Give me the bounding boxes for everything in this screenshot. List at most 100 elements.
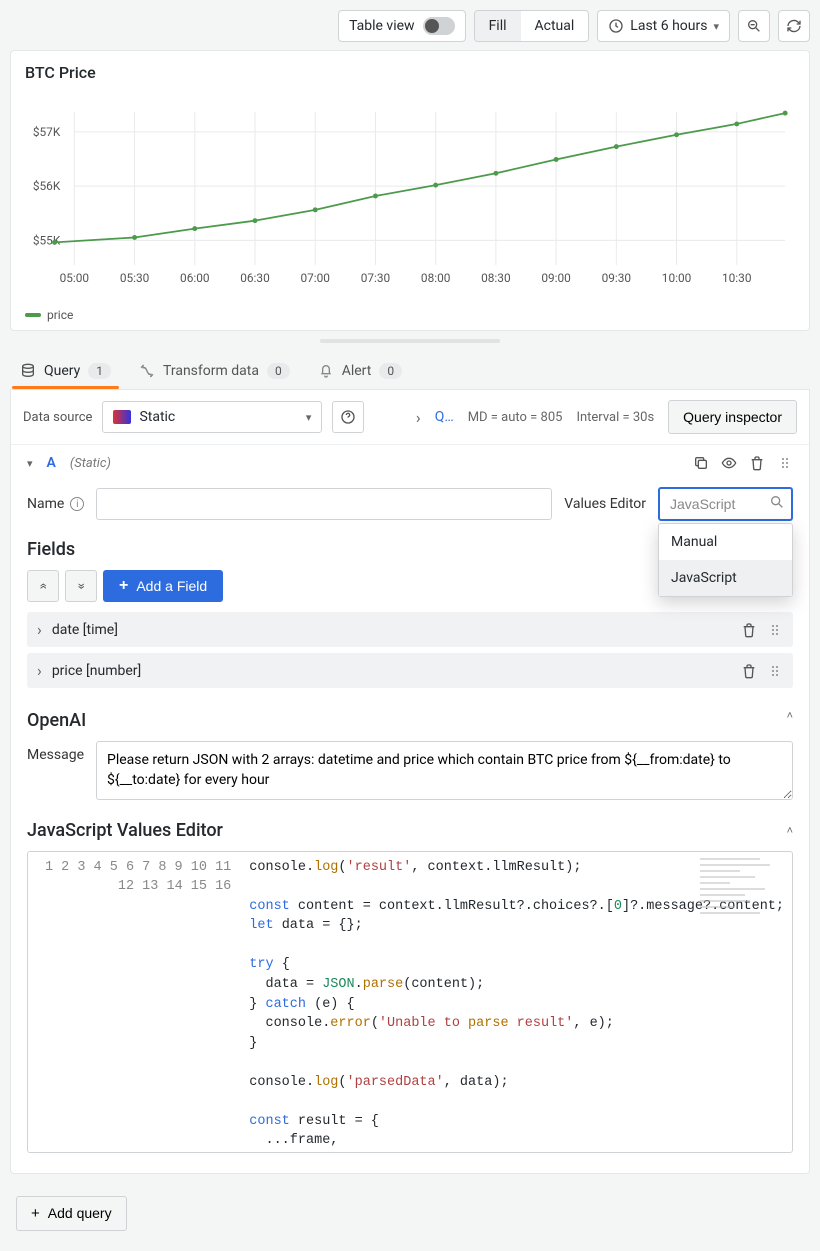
zoom-out-button[interactable]	[738, 10, 770, 42]
resize-handle[interactable]	[320, 339, 500, 343]
database-icon	[20, 363, 36, 379]
add-field-button[interactable]: + Add a Field	[103, 570, 223, 602]
svg-text:10:30: 10:30	[722, 271, 751, 285]
table-view-toggle[interactable]: Table view	[338, 10, 466, 42]
openai-message-input[interactable]	[96, 741, 793, 800]
legend-label: price	[47, 308, 73, 322]
tab-query-count: 1	[88, 363, 111, 379]
query-options-link[interactable]: Q…	[435, 409, 454, 425]
zoom-out-icon	[746, 18, 762, 34]
chevron-right-icon[interactable]	[37, 661, 42, 680]
datasource-label: Data source	[23, 410, 92, 425]
query-collapse-toggle[interactable]: ▾	[27, 457, 33, 470]
add-query-button[interactable]: + Add query	[16, 1196, 127, 1231]
expand-all-button[interactable]: »	[65, 570, 97, 602]
interval-meta: Interval = 30s	[576, 410, 654, 425]
duplicate-icon[interactable]	[693, 455, 709, 471]
query-type-label: (Static)	[70, 456, 111, 471]
table-view-switch[interactable]	[423, 17, 455, 35]
name-label: Name i	[27, 496, 84, 512]
tab-transform[interactable]: Transform data 0	[137, 355, 292, 389]
trash-icon[interactable]	[749, 455, 765, 471]
drag-handle-icon[interactable]	[767, 663, 783, 679]
field-label: date [time]	[52, 622, 731, 638]
tab-alert[interactable]: Alert 0	[316, 355, 404, 389]
fill-actual-segment[interactable]: Fill Actual	[474, 10, 590, 42]
query-name-input[interactable]	[96, 488, 552, 520]
datasource-help-button[interactable]	[332, 401, 364, 433]
md-meta: MD = auto = 805	[468, 410, 563, 425]
message-label: Message	[27, 741, 84, 763]
editor-minimap[interactable]	[698, 856, 788, 936]
tab-query[interactable]: Query 1	[18, 355, 113, 389]
dropdown-option-manual[interactable]: Manual	[659, 524, 792, 560]
chevron-right-icon	[416, 408, 421, 427]
field-row[interactable]: date [time]	[27, 612, 793, 647]
chevron-right-icon[interactable]	[37, 620, 42, 639]
clock-icon	[608, 18, 624, 34]
svg-text:08:00: 08:00	[421, 271, 450, 285]
eye-icon[interactable]	[721, 455, 737, 471]
info-icon[interactable]: i	[70, 497, 84, 511]
chevron-down-icon: ▾	[306, 411, 312, 424]
tab-transform-label: Transform data	[163, 363, 259, 379]
datasource-select[interactable]: Static ▾	[102, 401, 322, 433]
svg-text:05:00: 05:00	[60, 271, 89, 285]
svg-text:10:00: 10:00	[662, 271, 691, 285]
svg-text:09:00: 09:00	[541, 271, 570, 285]
svg-text:06:30: 06:30	[240, 271, 269, 285]
bell-icon	[318, 363, 334, 379]
datasource-selected: Static	[139, 409, 175, 425]
time-range-picker[interactable]: Last 6 hours ▾	[597, 10, 730, 42]
refresh-icon	[786, 18, 802, 34]
actual-option[interactable]: Actual	[521, 11, 589, 41]
svg-text:08:30: 08:30	[481, 271, 510, 285]
chart-legend: price	[25, 308, 795, 322]
query-ref-letter[interactable]: A	[47, 455, 56, 471]
chevron-down-icon: ▾	[713, 20, 719, 33]
plus-icon: +	[31, 1205, 40, 1222]
query-inspector-button[interactable]: Query inspector	[668, 400, 797, 434]
chart-title: BTC Price	[25, 63, 795, 82]
svg-text:$55K: $55K	[33, 233, 61, 247]
tab-query-label: Query	[44, 363, 80, 379]
plus-icon: +	[119, 577, 128, 595]
values-editor-dropdown: Manual JavaScript	[658, 523, 793, 597]
collapse-all-button[interactable]: «	[27, 570, 59, 602]
search-icon	[769, 494, 785, 514]
js-editor-heading: JavaScript Values Editor	[27, 820, 223, 841]
tab-transform-count: 0	[267, 363, 290, 379]
refresh-button[interactable]	[778, 10, 810, 42]
code-editor[interactable]: 1 2 3 4 5 6 7 8 9 10 11 12 13 14 15 16 c…	[27, 851, 793, 1153]
field-row[interactable]: price [number]	[27, 653, 793, 688]
svg-text:06:00: 06:00	[180, 271, 209, 285]
transform-icon	[139, 363, 155, 379]
legend-swatch	[25, 313, 41, 317]
svg-text:$57K: $57K	[33, 125, 61, 139]
chart-panel: BTC Price $57K $56K $55K 05:00 05:30 06:…	[10, 50, 810, 331]
svg-text:07:00: 07:00	[300, 271, 329, 285]
fill-option[interactable]: Fill	[475, 11, 521, 41]
trash-icon[interactable]	[741, 663, 757, 679]
table-view-label: Table view	[349, 18, 415, 34]
svg-text:09:30: 09:30	[602, 271, 631, 285]
question-icon	[340, 409, 356, 425]
datasource-icon	[113, 410, 131, 424]
openai-heading: OpenAI	[27, 700, 86, 731]
svg-text:07:30: 07:30	[361, 271, 390, 285]
line-gutter: 1 2 3 4 5 6 7 8 9 10 11 12 13 14 15 16	[28, 852, 241, 1152]
drag-handle-icon[interactable]	[777, 455, 793, 471]
tab-alert-label: Alert	[342, 363, 372, 379]
svg-text:$56K: $56K	[33, 179, 61, 193]
line-chart[interactable]: $57K $56K $55K 05:00 05:30 06:00 06:30 0…	[25, 86, 795, 306]
drag-handle-icon[interactable]	[767, 622, 783, 638]
chevron-up-icon[interactable]: ˄	[787, 824, 793, 837]
chevron-up-icon[interactable]: ˄	[787, 709, 793, 722]
svg-text:05:30: 05:30	[120, 271, 149, 285]
time-range-label: Last 6 hours	[630, 18, 707, 34]
tab-alert-count: 0	[379, 363, 402, 379]
trash-icon[interactable]	[741, 622, 757, 638]
dropdown-option-javascript[interactable]: JavaScript	[659, 560, 792, 596]
field-label: price [number]	[52, 663, 731, 679]
values-editor-label: Values Editor	[564, 496, 646, 512]
